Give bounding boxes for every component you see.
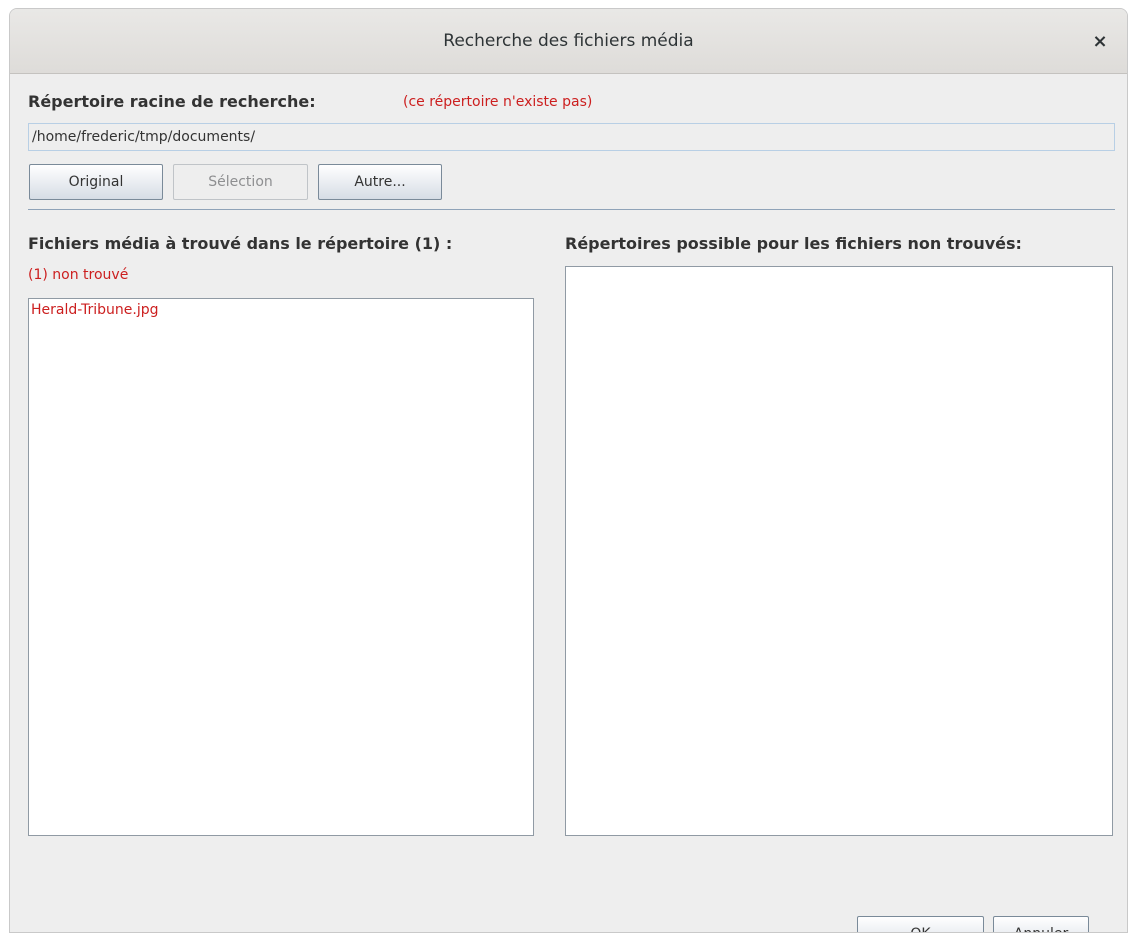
- root-directory-warning: (ce répertoire n'existe pas): [403, 94, 593, 110]
- other-directory-button[interactable]: Autre...: [318, 164, 442, 200]
- list-item[interactable]: Herald-Tribune.jpg: [29, 299, 533, 321]
- possible-directories-list[interactable]: [565, 266, 1113, 836]
- root-directory-label: Répertoire racine de recherche:: [28, 92, 316, 111]
- title-bar[interactable]: Recherche des fichiers média ×: [10, 9, 1127, 74]
- separator: [28, 209, 1115, 210]
- possible-directories-header: Répertoires possible pour les fichiers n…: [565, 234, 1022, 253]
- root-directory-field[interactable]: /home/frederic/tmp/documents/: [28, 123, 1115, 151]
- close-icon[interactable]: ×: [1087, 29, 1113, 55]
- ok-button[interactable]: OK: [857, 916, 984, 932]
- cancel-button[interactable]: Annuler: [993, 916, 1089, 932]
- media-search-dialog: Recherche des fichiers média × Répertoir…: [9, 8, 1128, 933]
- original-button[interactable]: Original: [29, 164, 163, 200]
- media-files-header: Fichiers média à trouvé dans le répertoi…: [28, 234, 453, 253]
- dialog-title: Recherche des fichiers média: [443, 31, 694, 51]
- not-found-count: (1) non trouvé: [28, 267, 129, 283]
- media-files-list[interactable]: Herald-Tribune.jpg: [28, 298, 534, 836]
- selection-button: Sélection: [173, 164, 308, 200]
